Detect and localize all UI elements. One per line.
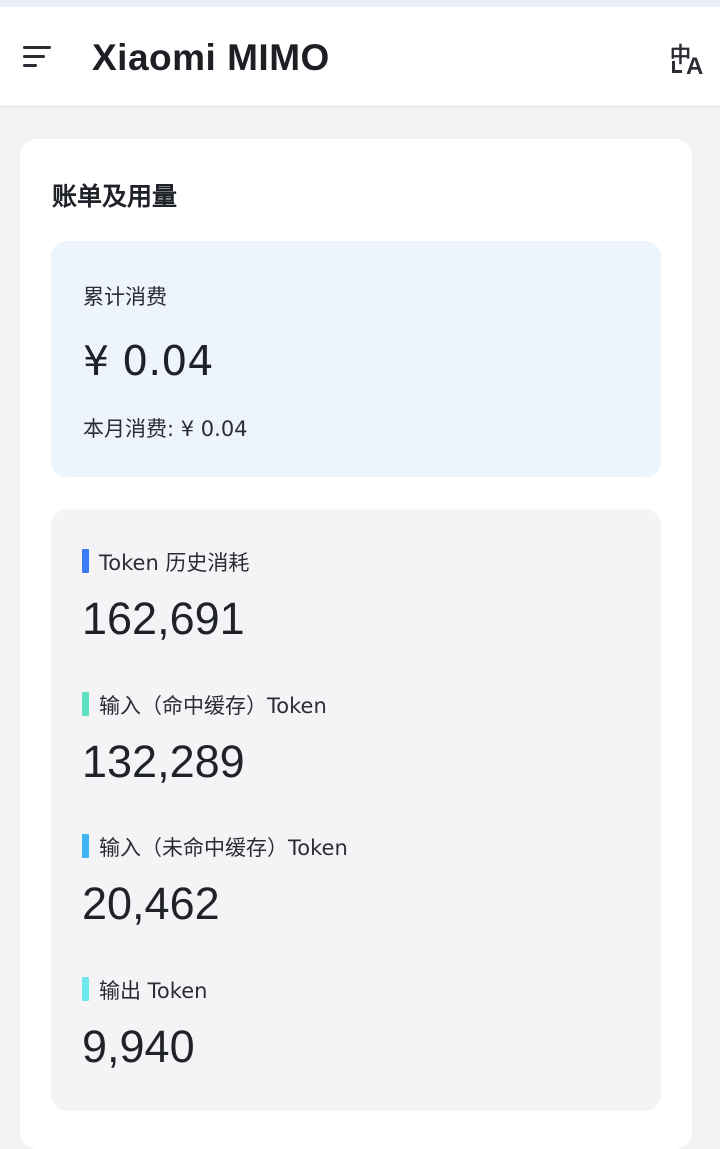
monthly-spend-text: 本月消费: ¥ 0.04 [83,417,248,441]
stat-value: 20,462 [82,878,220,929]
billing-card: 账单及用量 累计消费 ¥ 0.04 本月消费: ¥ 0.04 Token 历史消… [20,139,692,1149]
stat-label: Token 历史消耗 [99,551,250,575]
stat-value: 162,691 [82,593,245,644]
language-switch-icon[interactable]: 中 A [664,37,710,83]
stat-color-marker [82,977,89,1001]
spend-summary: 累计消费 ¥ 0.04 本月消费: ¥ 0.04 [51,241,661,477]
stat-color-marker [82,549,89,573]
total-spend-label: 累计消费 [83,285,167,309]
stat-value: 132,289 [82,736,245,787]
stat-value: 9,940 [82,1021,195,1072]
lang-en-glyph: A [686,53,704,80]
status-bar [0,0,720,7]
stat-label: 输入（命中缓存）Token [99,694,327,718]
token-usage-panel: Token 历史消耗 162,691 输入（命中缓存）Token 132,289… [51,509,661,1111]
menu-icon[interactable] [18,37,58,77]
total-spend-value: ¥ 0.04 [83,337,214,385]
brand-logo: Xiaomi MIMO [92,37,330,78]
stat-color-marker [82,834,89,858]
stat-color-marker [82,692,89,716]
lang-corner-mark [672,61,682,73]
stat-label: 输入（未命中缓存）Token [99,836,348,860]
stat-label: 输出 Token [99,979,208,1003]
page-title: 账单及用量 [52,182,178,211]
top-app-bar: Xiaomi MIMO 中 A [0,7,720,107]
